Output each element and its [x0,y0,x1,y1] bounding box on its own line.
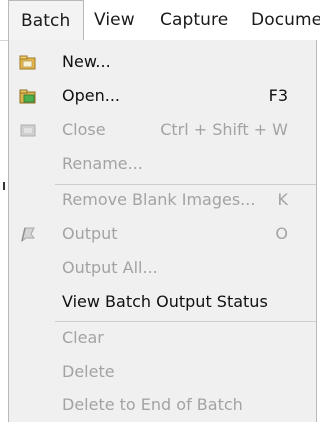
menu-item-rename[interactable]: Rename... [9,147,316,181]
menu-item-shortcut: F3 [268,86,288,105]
menu-item-clear[interactable]: Clear [9,321,316,355]
menu-item-label: Clear [62,328,104,347]
menu-item-delete[interactable]: Delete [9,355,316,389]
menu-item-label: Output [62,224,118,243]
menu-item-delete-to-end-of-batch[interactable]: Delete to End of Batch [9,388,316,422]
menu-batch[interactable]: Batch [8,0,84,40]
menu-item-view-batch-output-status[interactable]: View Batch Output Status [9,285,316,319]
menu-item-label: Rename... [62,154,143,173]
output-icon [21,227,35,243]
menu-item-label: Remove Blank Images... [62,190,256,209]
menu-item-label: Output All... [62,258,158,277]
menu-item-label: Delete to End of Batch [62,395,243,414]
app-window: Batch View Capture Docume New... Open...… [0,0,320,422]
menu-item-shortcut: O [275,224,288,243]
close-batch-icon [20,124,36,137]
menu-item-output[interactable]: Output O [9,217,316,251]
menu-item-label: Delete [62,362,115,381]
menu-item-output-all[interactable]: Output All... [9,251,316,285]
menu-item-label: New... [62,52,111,71]
menu-capture[interactable]: Capture [160,0,228,40]
batch-menu-dropdown: New... Open... F3 Close Ctrl + Shift + W… [8,40,317,422]
menu-item-label: Open... [62,86,120,105]
menu-item-shortcut: Ctrl + Shift + W [160,120,288,139]
menu-item-label: View Batch Output Status [62,292,268,311]
menu-item-new[interactable]: New... [9,45,316,79]
menu-item-open[interactable]: Open... F3 [9,79,316,113]
menu-view[interactable]: View [94,0,135,40]
window-edge-mark [3,182,5,190]
menu-item-shortcut: K [277,190,289,209]
menu-item-close[interactable]: Close Ctrl + Shift + W [9,113,316,147]
menu-document[interactable]: Docume [251,0,320,40]
open-batch-icon [19,89,36,104]
menu-item-label: Close [62,120,106,139]
new-batch-icon [19,55,36,70]
menu-item-remove-blank-images[interactable]: Remove Blank Images... K [9,183,316,217]
menu-bar: Batch View Capture Docume [0,0,320,41]
